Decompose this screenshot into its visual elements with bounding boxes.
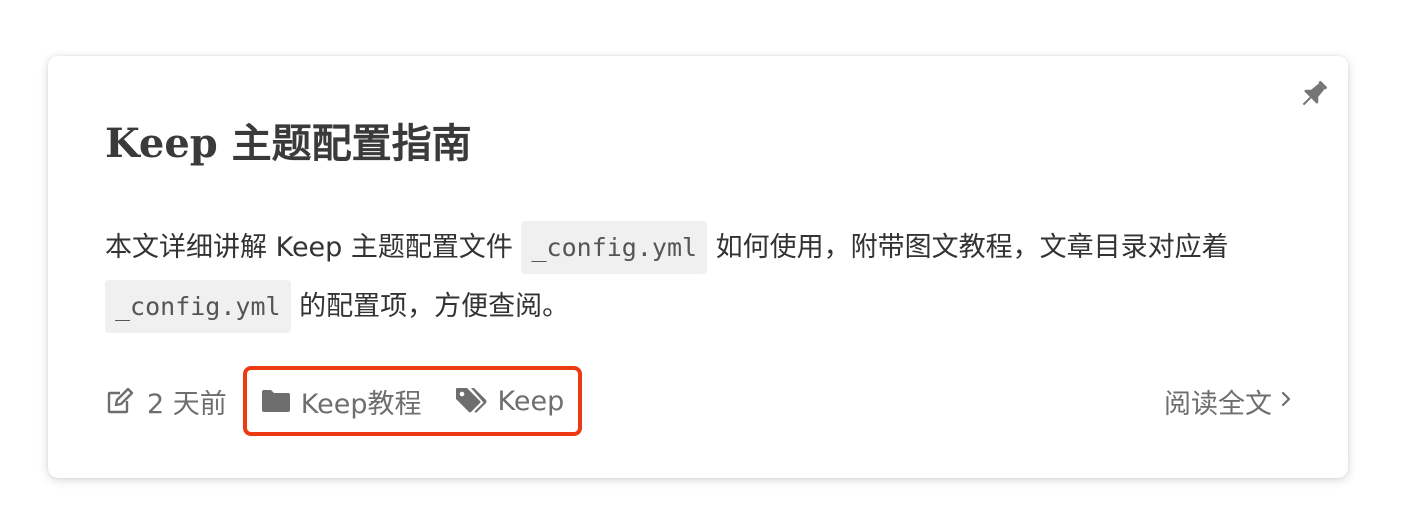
tag-link[interactable]: Keep bbox=[454, 385, 565, 417]
post-updated: 2 天前 bbox=[105, 382, 227, 421]
category-link[interactable]: Keep教程 bbox=[261, 382, 422, 421]
post-card: Keep 主题配置指南 本文详细讲解 Keep 主题配置文件 _config.y… bbox=[48, 56, 1348, 478]
category-label: Keep教程 bbox=[300, 388, 422, 420]
category-tag-highlight: Keep教程 Keep bbox=[242, 366, 583, 436]
excerpt-code: _config.yml bbox=[105, 280, 291, 333]
edit-icon bbox=[105, 386, 147, 416]
pin-icon bbox=[1296, 76, 1332, 112]
tag-label: Keep bbox=[497, 385, 565, 417]
read-more-link[interactable]: 阅读全文 bbox=[1164, 374, 1292, 428]
excerpt-code: _config.yml bbox=[521, 221, 708, 274]
excerpt-text: 本文详细讲解 Keep 主题配置文件 bbox=[105, 232, 522, 263]
folder-icon bbox=[261, 388, 301, 414]
chevron-right-icon bbox=[1280, 386, 1292, 417]
updated-text: 2 天前 bbox=[147, 388, 227, 420]
tags-icon bbox=[454, 386, 498, 416]
post-excerpt: 本文详细讲解 Keep 主题配置文件 _config.yml 如何使用，附带图文… bbox=[105, 218, 1305, 336]
post-title[interactable]: Keep 主题配置指南 bbox=[105, 118, 472, 170]
excerpt-text: 如何使用，附带图文教程，文章目录对应着 bbox=[707, 232, 1229, 263]
read-more-label: 阅读全文 bbox=[1164, 388, 1272, 420]
post-meta: 2 天前 Keep教程 Keep bbox=[105, 366, 583, 436]
excerpt-text: 的配置项，方便查阅。 bbox=[290, 291, 570, 322]
